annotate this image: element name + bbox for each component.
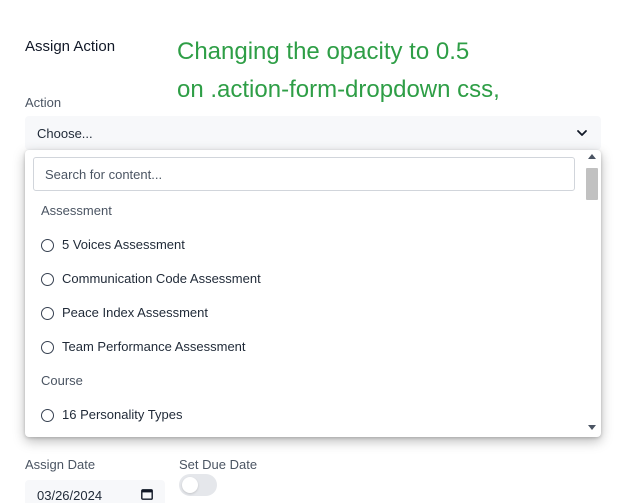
radio-button[interactable]: [41, 239, 54, 252]
option-label: 16 Personality Types: [62, 407, 183, 422]
group-label-course: Course: [41, 373, 83, 388]
page: Assign Action Changing the opacity to 0.…: [0, 0, 628, 503]
annotation-line: on .action-form-dropdown css,: [177, 76, 500, 103]
dropdown-scrollbar[interactable]: [585, 154, 599, 434]
action-label: Action: [25, 95, 62, 110]
action-select[interactable]: Choose...: [25, 116, 601, 150]
assign-date-input[interactable]: 03/26/2024: [25, 480, 165, 503]
option-5-voices-assessment[interactable]: 5 Voices Assessment: [41, 237, 561, 257]
scroll-down-arrow-icon[interactable]: [588, 425, 596, 430]
option-label: 5 Voices Assessment: [62, 237, 185, 252]
radio-button[interactable]: [41, 341, 54, 354]
option-label: Communication Code Assessment: [62, 271, 261, 286]
search-input[interactable]: Search for content...: [33, 157, 575, 191]
option-label: Peace Index Assessment: [62, 305, 208, 320]
option-communication-code-assessment[interactable]: Communication Code Assessment: [41, 271, 561, 291]
group-label-assessment: Assessment: [41, 203, 112, 218]
calendar-icon[interactable]: [141, 488, 153, 500]
scroll-up-arrow-icon[interactable]: [588, 154, 596, 159]
scroll-thumb[interactable]: [586, 168, 598, 200]
radio-button[interactable]: [41, 409, 54, 422]
option-label: Team Performance Assessment: [62, 339, 246, 354]
toggle-knob: [182, 477, 198, 493]
assign-date-label: Assign Date: [25, 457, 96, 472]
annotation-line: Changing the opacity to 0.5: [177, 38, 470, 65]
option-peace-index-assessment[interactable]: Peace Index Assessment: [41, 305, 561, 325]
chevron-down-icon: [577, 130, 587, 136]
option-team-performance-assessment[interactable]: Team Performance Assessment: [41, 339, 561, 359]
action-dropdown-menu: Search for content... Assessment 5 Voice…: [25, 150, 601, 437]
action-select-value: Choose...: [37, 126, 93, 141]
radio-button[interactable]: [41, 307, 54, 320]
search-placeholder: Search for content...: [45, 167, 163, 182]
radio-button[interactable]: [41, 273, 54, 286]
option-16-personality-types[interactable]: 16 Personality Types: [41, 407, 561, 427]
assign-date-value: 03/26/2024: [37, 488, 103, 503]
modal-title: Assign Action: [25, 38, 116, 55]
due-date-label: Set Due Date: [179, 457, 258, 472]
due-date-toggle[interactable]: [179, 474, 217, 496]
assign-action-modal: Assign Action Changing the opacity to 0.…: [0, 0, 628, 503]
